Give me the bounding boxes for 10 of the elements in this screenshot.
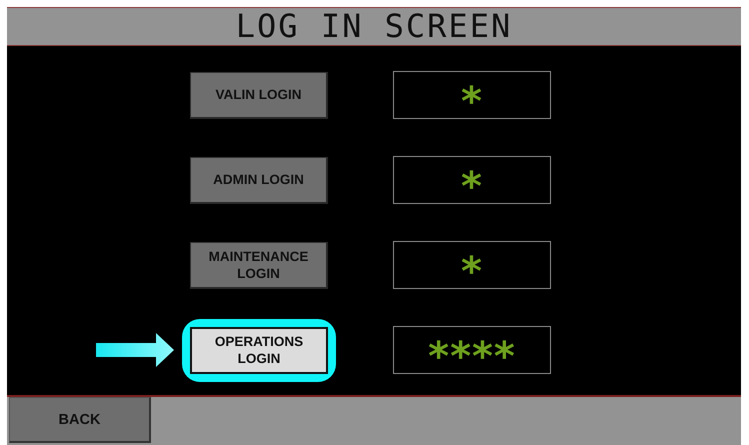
password-field[interactable]: * xyxy=(393,71,551,119)
back-button[interactable]: BACK xyxy=(9,397,151,443)
login-button[interactable]: VALIN LOGIN xyxy=(190,72,328,118)
password-field[interactable]: * xyxy=(393,241,551,289)
login-button[interactable]: MAINTENANCE LOGIN xyxy=(190,242,328,288)
password-field[interactable]: * xyxy=(393,156,551,204)
screen-title: LOG IN SCREEN xyxy=(236,8,512,45)
login-button[interactable]: ADMIN LOGIN xyxy=(190,156,328,204)
login-button[interactable]: OPERATIONS LOGIN xyxy=(190,326,328,374)
password-field[interactable]: **** xyxy=(393,326,551,374)
